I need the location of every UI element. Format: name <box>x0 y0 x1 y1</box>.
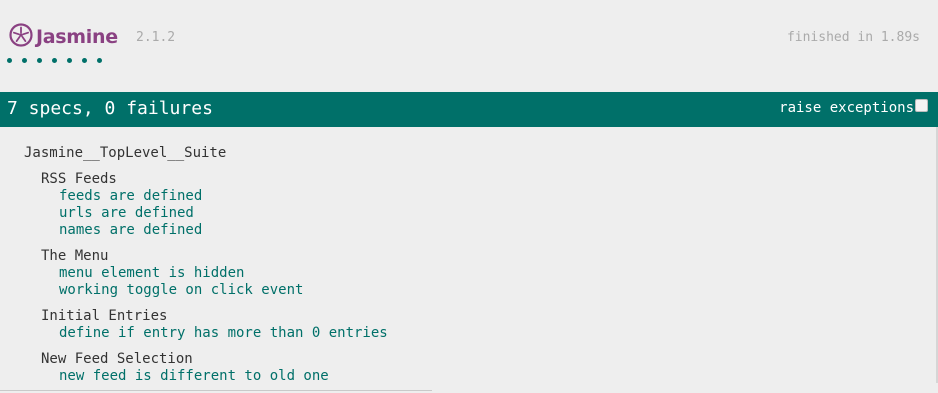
jasmine-flower-icon <box>9 23 33 51</box>
duration-label: finished in 1.89s <box>786 30 920 45</box>
jasmine-reporter: Jasmine 2.1.2 finished in 1.89s 7 specs,… <box>0 0 938 393</box>
run-options: raise exceptions <box>779 98 928 116</box>
passed-spec-dot[interactable] <box>97 58 102 63</box>
suite: The Menu menu element is hidden working to… <box>41 248 388 299</box>
spec-summary: 7 specs, 0 failures <box>7 98 213 119</box>
banner: Jasmine 2.1.2 finished in 1.89s <box>0 0 938 63</box>
bottom-divider <box>0 390 432 391</box>
passed-spec-dot[interactable] <box>22 58 27 63</box>
suite-title[interactable]: The Menu <box>41 248 388 265</box>
spec-item[interactable]: names are defined <box>59 222 388 239</box>
version-label: 2.1.2 <box>136 30 176 45</box>
suite-title[interactable]: Initial Entries <box>41 308 388 325</box>
spec-item[interactable]: working toggle on click event <box>59 282 388 299</box>
spec-item[interactable]: urls are defined <box>59 205 388 222</box>
suites: RSS Feeds feeds are defined urls are defin… <box>24 171 388 385</box>
passed-spec-dot[interactable] <box>52 58 57 63</box>
suite: Initial Entries define if entry has more … <box>41 308 388 342</box>
suite-title[interactable]: New Feed Selection <box>41 351 388 368</box>
results-list: Jasmine__TopLevel__Suite RSS Feeds feeds … <box>24 145 388 385</box>
passed-spec-dot[interactable] <box>67 58 72 63</box>
status-bar: 7 specs, 0 failures raise exceptions <box>0 92 938 127</box>
spec-item[interactable]: new feed is different to old one <box>59 368 388 385</box>
raise-exceptions-label[interactable]: raise exceptions <box>779 100 914 116</box>
spec-item[interactable]: menu element is hidden <box>59 265 388 282</box>
suite: New Feed Selection new feed is different … <box>41 351 388 385</box>
spec-item[interactable]: feeds are defined <box>59 188 388 205</box>
passed-spec-dot[interactable] <box>37 58 42 63</box>
suite-title[interactable]: RSS Feeds <box>41 171 388 188</box>
top-suite-title[interactable]: Jasmine__TopLevel__Suite <box>24 145 388 162</box>
passed-spec-dot[interactable] <box>82 58 87 63</box>
symbol-summary <box>7 58 112 63</box>
spec-item[interactable]: define if entry has more than 0 entries <box>59 325 388 342</box>
passed-spec-dot[interactable] <box>7 58 12 63</box>
logo-text: Jasmine <box>36 26 118 48</box>
raise-exceptions-checkbox[interactable] <box>915 98 928 112</box>
jasmine-logo[interactable]: Jasmine <box>9 23 118 51</box>
suite: RSS Feeds feeds are defined urls are defin… <box>41 171 388 239</box>
